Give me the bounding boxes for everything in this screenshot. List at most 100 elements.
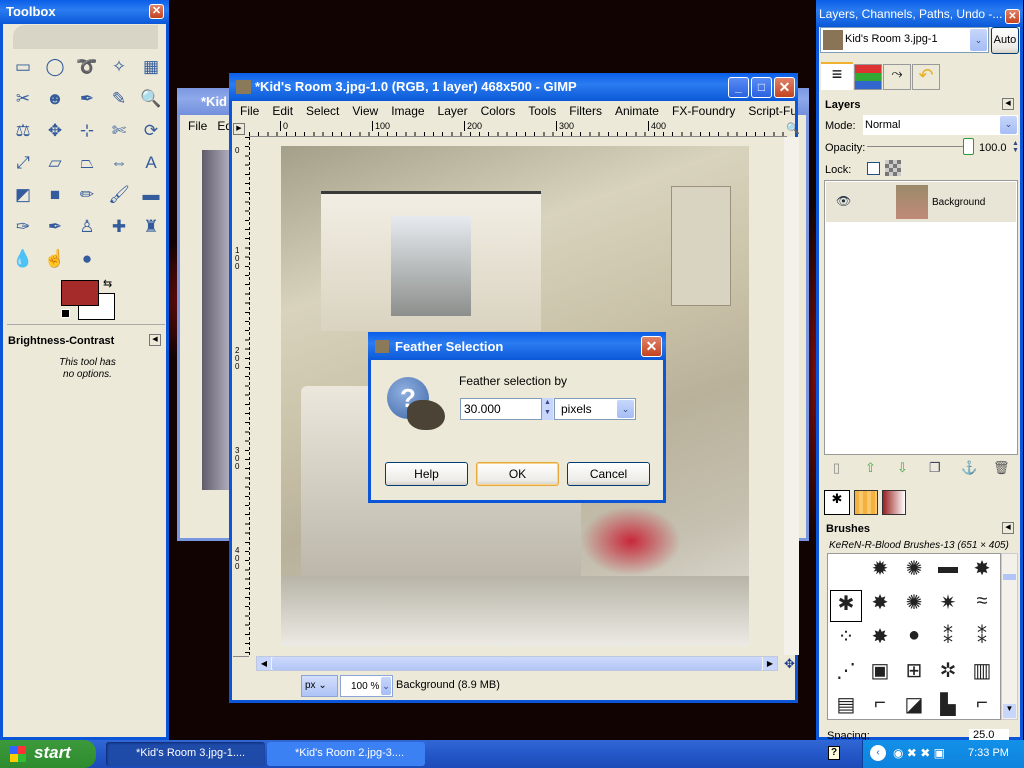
brush-item[interactable]: ◪ [898, 692, 930, 719]
network-tray-icon[interactable]: ◉ ✖ ✖ ▣ [893, 746, 945, 760]
scale-tool-icon[interactable]: ⤢ [11, 151, 35, 175]
brush-item[interactable]: ⋰ [830, 658, 862, 690]
new-layer-button[interactable]: ▯ [833, 460, 840, 476]
quick-mask-toggle[interactable]: ▶ [233, 123, 245, 135]
scroll-right-arrow[interactable]: ▶ [763, 657, 777, 670]
paths-tab[interactable]: ⤳ [883, 64, 911, 90]
menu-colors[interactable]: Colors [481, 104, 516, 118]
layer-row-background[interactable]: 👁 Background [826, 182, 1016, 222]
crop-tool-icon[interactable]: ✄ [107, 119, 131, 143]
heal-tool-icon[interactable]: ✚ [107, 215, 131, 239]
brush-item[interactable]: ✸ [966, 556, 998, 588]
pencil-tool-icon[interactable]: ✏ [75, 183, 99, 207]
brushes-scroll-down[interactable]: ▼ [1003, 704, 1016, 718]
free-select-tool-icon[interactable]: ➰ [75, 55, 99, 79]
swap-colors-icon[interactable]: ⇆ [103, 277, 112, 290]
zoom-tool-icon[interactable]: 🔍 [139, 87, 163, 111]
maximize-button[interactable]: □ [751, 77, 772, 98]
brush-item[interactable]: ✲ [932, 658, 964, 690]
brush-item[interactable] [830, 556, 862, 588]
menu-file[interactable]: File [188, 119, 207, 133]
foreground-select-tool-icon[interactable]: ☻ [43, 87, 67, 111]
measure-tool-icon[interactable]: ⚖ [11, 119, 35, 143]
layers-tab[interactable]: ≡ [821, 62, 853, 90]
mode-dropdown[interactable]: Normal ⌄ [863, 115, 1018, 135]
brush-item[interactable]: ⌐ [966, 692, 998, 719]
brush-item[interactable]: ▙ [932, 692, 964, 719]
text-tool-icon[interactable]: A [139, 151, 163, 175]
opacity-slider[interactable] [867, 146, 972, 147]
feather-amount-spinner[interactable]: ▲ ▼ [542, 398, 553, 420]
menu-layer[interactable]: Layer [438, 104, 468, 118]
menu-view[interactable]: View [352, 104, 378, 118]
raise-layer-button[interactable]: ⇧ [865, 460, 876, 476]
brush-item[interactable]: ⁑ [966, 624, 998, 656]
anchor-layer-button[interactable]: ⚓ [961, 460, 977, 476]
clone-tool-icon[interactable]: ♙ [75, 215, 99, 239]
menu-fx-foundry[interactable]: FX-Foundry [672, 104, 735, 118]
brush-item[interactable]: ✸ [864, 624, 896, 656]
cancel-button[interactable]: Cancel [567, 462, 650, 486]
unit-dropdown[interactable]: pixels ⌄ [554, 398, 636, 420]
brush-item[interactable]: ✺ [898, 556, 930, 588]
dialog-titlebar[interactable]: Feather Selection [368, 332, 666, 360]
close-button[interactable]: ✕ [774, 77, 795, 98]
smudge-tool-icon[interactable]: ☝ [43, 247, 67, 271]
brush-item[interactable]: ▥ [966, 658, 998, 690]
brush-item[interactable]: ▤ [830, 692, 862, 719]
brushes-scroll-thumb[interactable] [1003, 574, 1016, 580]
scroll-left-arrow[interactable]: ◀ [257, 657, 271, 670]
toolbox-titlebar[interactable]: Toolbox [0, 0, 169, 24]
taskbar-item-2[interactable]: *Kid's Room 2.jpg-3.... [267, 742, 425, 766]
unit-selector[interactable]: px ⌄ [301, 675, 338, 697]
help-tray-icon[interactable]: ? [828, 746, 840, 760]
lock-pixels-checkbox[interactable] [867, 162, 880, 175]
image-selector[interactable]: Kid's Room 3.jpg-1 ⌄ [820, 27, 989, 53]
menu-edit[interactable]: Edit [272, 104, 293, 118]
eraser-tool-icon[interactable]: ▬ [139, 183, 163, 207]
menu-file[interactable]: File [240, 104, 259, 118]
ok-button[interactable]: OK [476, 462, 559, 486]
brush-item[interactable]: ✹ [864, 556, 896, 588]
zoom-selector[interactable]: 100 % ⌄ [340, 675, 393, 697]
dodge-burn-tool-icon[interactable]: ● [75, 247, 99, 271]
default-colors-icon[interactable] [61, 309, 70, 318]
undo-tab[interactable]: ↶ [912, 64, 940, 90]
horizontal-scrollbar[interactable]: ◀ ▶ [256, 656, 778, 671]
show-hidden-icons-button[interactable]: ‹ [870, 745, 886, 761]
paths-tool-icon[interactable]: ✒ [75, 87, 99, 111]
menu-image[interactable]: Image [391, 104, 424, 118]
perspective-clone-tool-icon[interactable]: ♜ [139, 215, 163, 239]
align-tool-icon[interactable]: ⊹ [75, 119, 99, 143]
menu-filters[interactable]: Filters [569, 104, 602, 118]
zoom-navigate-icon[interactable]: 🔍 [786, 122, 800, 135]
tool-options-menu-button[interactable]: ◀ [149, 334, 161, 346]
brush-item[interactable]: ⁘ [830, 624, 862, 656]
navigate-icon[interactable]: ✥ [784, 656, 795, 672]
menu-script-fu[interactable]: Script-Fu [748, 104, 795, 118]
vertical-scrollbar[interactable] [784, 137, 799, 655]
rotate-tool-icon[interactable]: ⟳ [139, 119, 163, 143]
layers-menu-button[interactable]: ◀ [1002, 98, 1014, 110]
delete-layer-button[interactable]: 🗑 [993, 460, 1010, 476]
lower-layer-button[interactable]: ⇩ [897, 460, 908, 476]
scissors-tool-icon[interactable]: ✂ [11, 87, 35, 111]
blur-tool-icon[interactable]: 💧 [11, 247, 35, 271]
feather-amount-input[interactable]: 30.000 [460, 398, 542, 420]
duplicate-layer-button[interactable]: ❐ [929, 460, 941, 476]
blend-tool-icon[interactable]: ■ [43, 183, 67, 207]
auto-button[interactable]: Auto [991, 27, 1019, 54]
taskbar-item-1[interactable]: *Kid's Room 3.jpg-1.... [106, 742, 265, 766]
brush-item[interactable]: ⁑ [932, 624, 964, 656]
brush-item[interactable]: ✱ [830, 590, 862, 622]
flip-tool-icon[interactable]: ⇔ [107, 151, 131, 175]
dock-titlebar[interactable]: Layers, Channels, Paths, Undo -... [816, 0, 1023, 27]
opacity-value[interactable]: 100.0 [979, 142, 1007, 154]
minimize-button[interactable]: _ [728, 77, 749, 98]
foreground-color-swatch[interactable] [61, 280, 99, 306]
bucket-fill-tool-icon[interactable]: ◩ [11, 183, 35, 207]
visibility-eye-icon[interactable]: 👁 [836, 194, 851, 208]
select-by-color-tool-icon[interactable]: ▦ [139, 55, 163, 79]
brushes-menu-button[interactable]: ◀ [1002, 522, 1014, 534]
move-tool-icon[interactable]: ✥ [43, 119, 67, 143]
